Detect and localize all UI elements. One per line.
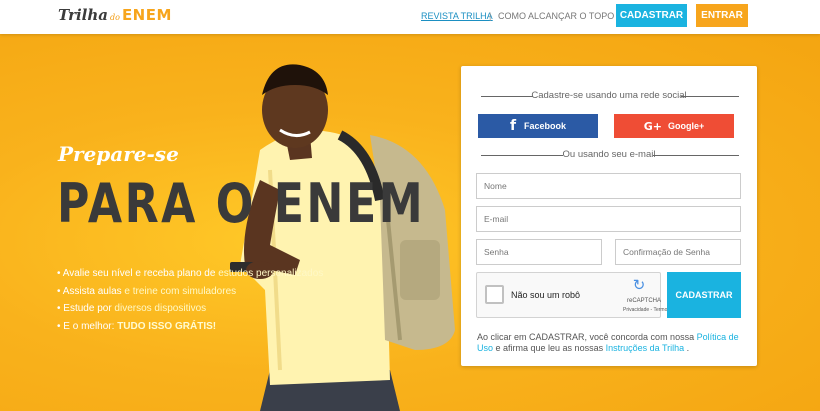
facebook-icon: f: [509, 118, 517, 134]
facebook-button-label: Facebook: [524, 121, 567, 131]
signup-form-card: Cadastre-se usando uma rede social f Fac…: [461, 66, 757, 366]
benefit-item: • E o melhor: TUDO ISSO GRÁTIS!: [57, 320, 217, 332]
google-signup-button[interactable]: G+ Google+: [614, 114, 734, 138]
nav-revista-trilha-link[interactable]: REVISTA TRILHA: [421, 11, 493, 21]
logo-trilha-text: Trilha: [58, 6, 108, 24]
benefit-item: • Estude por diversos dispositivos: [57, 303, 207, 314]
email-field[interactable]: [476, 206, 741, 232]
confirm-password-field[interactable]: [615, 239, 741, 265]
email-signup-title: Ou usando seu e-mail: [477, 149, 741, 160]
top-navigation-bar: Trilha do ENEM REVISTA TRILHA | COMO ALC…: [0, 0, 820, 34]
recaptcha-brand: reCAPTCHA: [627, 298, 662, 304]
trilha-enem-logo[interactable]: Trilha do ENEM: [58, 6, 172, 28]
nav-como-alcancar-link[interactable]: COMO ALCANÇAR O TOPO: [498, 11, 614, 21]
google-plus-icon: G+: [643, 119, 662, 133]
logo-enem-text: ENEM: [121, 6, 172, 24]
header-cadastrar-button[interactable]: CADASTRAR: [616, 4, 687, 27]
terms-text: Ao clicar em CADASTRAR, você concorda co…: [477, 332, 739, 353]
google-button-label: Google+: [667, 121, 705, 131]
recaptcha-label: Não sou um robô: [511, 290, 581, 300]
recaptcha-checkbox[interactable]: [485, 285, 504, 304]
hero-prepare-se-text: Prepare-se: [58, 142, 179, 166]
social-signup-title: Cadastre-se usando uma rede social: [477, 90, 741, 101]
recaptcha-widget: Não sou um robô ↻ reCAPTCHA Privacidade …: [476, 272, 670, 318]
password-field[interactable]: [476, 239, 602, 265]
header-entrar-button[interactable]: ENTRAR: [696, 4, 748, 27]
logo-do-text: do: [110, 13, 120, 22]
instrucoes-da-trilha-link[interactable]: Instruções da Trilha: [606, 343, 685, 353]
recaptcha-logo-icon: ↻: [632, 277, 646, 294]
benefit-item: • Avalie seu nível e receba plano de est…: [57, 268, 324, 279]
hero-headline: PARA O ENEM: [57, 172, 426, 235]
nav-separator: |: [489, 11, 492, 21]
benefit-item: • Assista aulas e treine com simuladores: [57, 285, 237, 297]
facebook-signup-button[interactable]: f Facebook: [478, 114, 598, 138]
name-field[interactable]: [476, 173, 741, 199]
recaptcha-privacy-links[interactable]: Privacidade - Termos: [623, 307, 670, 313]
form-cadastrar-button[interactable]: CADASTRAR: [667, 272, 741, 318]
hero-benefits-list: • Avalie seu nível e receba plano de est…: [57, 265, 323, 335]
